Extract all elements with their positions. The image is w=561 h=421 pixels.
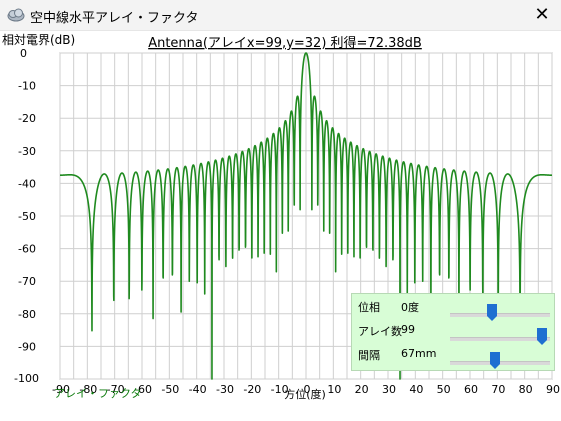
x-tick-label: 50 [437, 383, 451, 396]
y-tick-label: -60 [18, 243, 36, 256]
y-tick-label: -40 [18, 177, 36, 190]
x-axis-label: 方位(度) [284, 387, 326, 401]
array-count-slider-thumb[interactable] [537, 328, 547, 345]
x-tick-label: 10 [327, 383, 341, 396]
spacing-value: 67mm [401, 347, 437, 360]
spacing-label: 間隔 [358, 349, 380, 362]
x-tick-label: 20 [355, 383, 369, 396]
y-tick-label: 0 [20, 47, 27, 60]
x-tick-label: -50 [161, 383, 179, 396]
spacing-slider[interactable] [450, 352, 550, 369]
window-title: 空中線水平アレイ・ファクタ [30, 11, 199, 26]
cloud-app-icon [6, 6, 26, 24]
title-bar: 空中線水平アレイ・ファクタ ✕ [0, 0, 561, 31]
y-tick-label: -10 [18, 80, 36, 93]
array-count-row: アレイ数 99 [358, 320, 550, 345]
x-tick-label: -20 [243, 383, 261, 396]
y-tick-label: -30 [18, 145, 36, 158]
y-axis-label: 相対電界(dB) [2, 33, 75, 47]
close-icon[interactable]: ✕ [531, 4, 553, 26]
x-tick-label: -30 [216, 383, 234, 396]
array-count-label: アレイ数 [358, 325, 402, 338]
y-tick-label: -70 [18, 275, 36, 288]
x-tick-label: 70 [491, 383, 505, 396]
x-tick-label: 40 [409, 383, 423, 396]
x-tick-label: 90 [546, 383, 560, 396]
y-tick-label: -20 [18, 112, 36, 125]
chart-area: 0 -10 -20 -30 -40 -50 -60 -70 -80 -90 -100 -90 -80 -7… [0, 31, 561, 421]
phase-row: 位相 0度 [358, 296, 550, 321]
y-tick-label: -80 [18, 308, 36, 321]
y-tick-label: -50 [18, 210, 36, 223]
control-panel: 位相 0度 アレイ数 99 間隔 67mm [351, 293, 555, 371]
array-count-slider[interactable] [450, 328, 550, 345]
chart-caption: アレイ・ファクタ [54, 387, 142, 400]
app-window: 空中線水平アレイ・ファクタ ✕ 0 -10 -20 -30 -40 -50 -60 -70 -8… [0, 0, 561, 421]
x-tick-label: 60 [464, 383, 478, 396]
x-tick-label: 80 [519, 383, 533, 396]
spacing-row: 間隔 67mm [358, 344, 550, 369]
spacing-slider-thumb[interactable] [490, 352, 500, 369]
x-tick-label: -40 [189, 383, 207, 396]
phase-slider[interactable] [450, 304, 550, 321]
phase-value: 0度 [401, 301, 419, 314]
chart-title: Antenna(アレイx=99,y=32) 利得=72.38dB [148, 35, 422, 51]
x-tick-label: 30 [382, 383, 396, 396]
y-tick-label: -90 [18, 340, 36, 353]
y-tick-label: -100 [14, 372, 39, 385]
phase-slider-thumb[interactable] [487, 304, 497, 321]
array-count-value: 99 [401, 323, 415, 336]
phase-label: 位相 [358, 301, 380, 314]
